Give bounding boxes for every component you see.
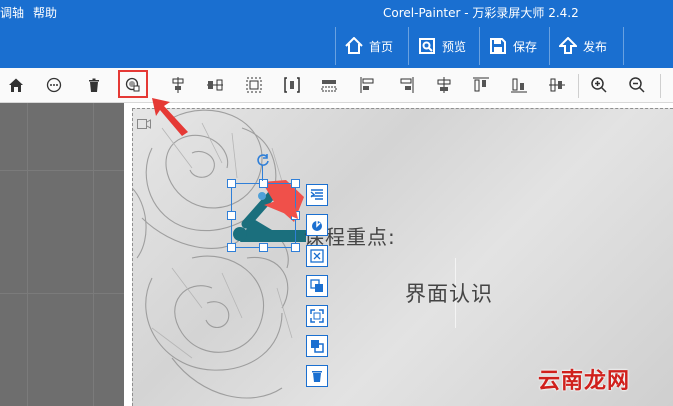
save-button[interactable]: 保存 — [479, 27, 549, 65]
expand-icon[interactable] — [306, 305, 328, 327]
watermark: 云南龙网 — [538, 369, 631, 394]
align-middle-icon[interactable] — [546, 74, 568, 96]
layer-icon[interactable] — [306, 275, 328, 297]
animation-icon[interactable] — [306, 184, 328, 206]
zoom-out-icon[interactable] — [626, 74, 648, 96]
publish-icon — [559, 37, 577, 55]
align-vcenter-icon[interactable] — [433, 74, 455, 96]
resize-handle[interactable] — [227, 243, 236, 252]
home-icon — [345, 37, 363, 55]
red-arrow-pointer — [264, 185, 298, 219]
align-top-icon[interactable] — [470, 74, 492, 96]
home-icon[interactable] — [5, 74, 27, 96]
rotate-handle-icon[interactable] — [256, 152, 270, 171]
preview-icon — [418, 37, 436, 55]
preview-label: 预览 — [442, 39, 467, 54]
toolbar-separator — [660, 74, 661, 98]
save-label: 保存 — [513, 39, 538, 54]
more-icon[interactable] — [43, 74, 65, 96]
resize-handle[interactable] — [291, 243, 300, 252]
trash-icon[interactable] — [306, 365, 328, 387]
slide-border — [132, 108, 673, 406]
red-arrow-pointer — [152, 98, 188, 136]
resize-handle[interactable] — [227, 211, 236, 220]
toolbar — [0, 68, 673, 103]
resize-handle[interactable] — [259, 243, 268, 252]
align-right-icon[interactable] — [395, 74, 417, 96]
align-bottom-icon[interactable] — [508, 74, 530, 96]
menu-item-help[interactable]: 帮助 — [33, 4, 57, 21]
highlight-box — [118, 70, 148, 98]
delete-icon[interactable] — [83, 74, 105, 96]
home-label: 首页 — [369, 39, 394, 54]
toolbar-separator — [578, 74, 579, 98]
top-extra-slot — [623, 27, 673, 65]
menu-item-axis[interactable]: 调轴 — [0, 4, 24, 21]
effect-icon[interactable] — [306, 214, 328, 236]
bracket-icon[interactable] — [281, 74, 303, 96]
rotate-handle-stem — [262, 165, 263, 181]
preview-button[interactable]: 预览 — [408, 27, 479, 65]
publish-label: 发布 — [583, 39, 608, 54]
save-icon — [489, 37, 507, 55]
fit-icon[interactable] — [306, 245, 328, 267]
resize-handle[interactable] — [227, 179, 236, 188]
title-bar: 调轴 帮助 Corel-Painter - 万彩录屏大师 2.4.2 首页 预览… — [0, 0, 673, 68]
app-title: Corel-Painter - 万彩录屏大师 2.4.2 — [383, 6, 579, 20]
group-icon[interactable] — [243, 74, 265, 96]
publish-button[interactable]: 发布 — [549, 27, 623, 65]
replace-icon[interactable] — [306, 335, 328, 357]
slide-subtitle[interactable]: 界面认识 — [405, 278, 493, 308]
layout-icon[interactable] — [318, 74, 340, 96]
home-button[interactable]: 首页 — [335, 27, 408, 65]
align-left-icon[interactable] — [357, 74, 379, 96]
zoom-in-icon[interactable] — [588, 74, 610, 96]
